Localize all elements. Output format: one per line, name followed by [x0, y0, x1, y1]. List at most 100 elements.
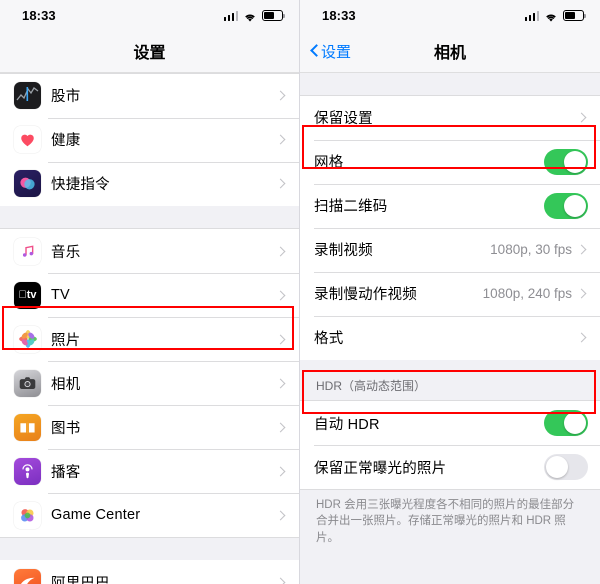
chevron-right-icon: [576, 112, 587, 123]
settings-list[interactable]: 股市 健康 快捷指令 音乐 tv TV 照片 相机 图书 播客 Game Cen…: [0, 73, 299, 584]
chevron-right-icon: [275, 466, 286, 477]
toggle-keep-normal-photo[interactable]: [544, 454, 588, 481]
nav-bar: 设置 相机: [300, 30, 600, 73]
row-label: 录制慢动作视频: [314, 287, 417, 304]
list-item-label: TV: [51, 287, 70, 304]
list-item[interactable]: 阿里巴巴: [0, 560, 299, 584]
row-value: 1080p, 240 fps: [482, 286, 572, 302]
shortcuts-app-icon: [14, 170, 41, 198]
list-item-label: 健康: [51, 133, 81, 150]
chevron-right-icon: [275, 90, 286, 101]
list-item[interactable]: 图书: [0, 405, 299, 450]
cellular-signal-icon: [524, 11, 539, 21]
chevron-right-icon: [275, 246, 286, 257]
status-indicators: [223, 10, 286, 22]
health-app-icon: [14, 126, 41, 154]
row-keep-normal-photo[interactable]: 保留正常曝光的照片: [300, 445, 600, 490]
chevron-right-icon: [275, 422, 286, 433]
chevron-right-icon: [275, 290, 286, 301]
section-header-hdr: HDR（高动态范围）: [300, 360, 600, 401]
row-label: 录制视频: [314, 243, 373, 260]
list-item[interactable]: Game Center: [0, 493, 299, 538]
chevron-right-icon: [275, 378, 286, 389]
row-record-video[interactable]: 录制视频 1080p, 30 fps: [300, 227, 600, 272]
settings-screen: 18:33 设置 股市 健康 快捷指令 音乐 tv TV 照片 相机 图书 播客…: [0, 0, 300, 584]
camera-settings-list[interactable]: 保留设置 网格 扫描二维码 录制视频 1080p, 30 fps 录制慢动作视频…: [300, 73, 600, 584]
page-title: 设置: [133, 45, 166, 62]
list-item-label: 音乐: [51, 244, 81, 261]
cellular-signal-icon: [223, 11, 238, 21]
tv-app-icon: tv: [14, 281, 41, 309]
gamecenter-app-icon: [14, 501, 41, 529]
list-item-label: Game Center: [51, 507, 141, 524]
toggle-scan-qr[interactable]: [544, 192, 588, 219]
status-time: 18:33: [22, 7, 56, 23]
chevron-right-icon: [275, 510, 286, 521]
podcasts-app-icon: [14, 457, 41, 485]
list-item[interactable]: 股市: [0, 73, 299, 118]
row-label: 格式: [314, 331, 344, 348]
chevron-left-icon: [311, 44, 319, 58]
row-auto-hdr[interactable]: 自动 HDR: [300, 401, 600, 446]
nav-bar: 设置: [0, 30, 299, 73]
list-item-label: 相机: [51, 376, 81, 393]
section-gap: [300, 73, 600, 95]
list-item-label: 图书: [51, 420, 81, 437]
list-item[interactable]: 健康: [0, 117, 299, 162]
list-item[interactable]: tv TV: [0, 273, 299, 318]
list-item-label: 阿里巴巴: [51, 575, 110, 584]
alibaba-app-icon: [14, 568, 41, 584]
list-item-label: 快捷指令: [51, 177, 110, 194]
back-button[interactable]: 设置: [300, 41, 351, 62]
row-label: 保留设置: [314, 111, 373, 128]
sidebar-item-camera[interactable]: 相机: [0, 361, 299, 406]
battery-icon: [563, 10, 587, 21]
row-label: 网格: [314, 155, 344, 172]
list-item-label: 照片: [51, 332, 81, 349]
settings-group-1: 股市 健康 快捷指令: [0, 73, 299, 207]
status-bar: 18:33: [0, 0, 299, 30]
settings-group-3: 阿里巴巴 安全教育平台 贴 百度贴吧: [0, 559, 299, 584]
music-app-icon: [14, 237, 41, 265]
status-indicators: [524, 10, 587, 22]
section-gap: [0, 537, 299, 560]
list-item[interactable]: 播客: [0, 449, 299, 494]
back-button-label: 设置: [321, 43, 352, 61]
toggle-grid[interactable]: [544, 148, 588, 175]
row-label: 自动 HDR: [314, 416, 380, 433]
row-keep-settings[interactable]: 保留设置: [300, 95, 600, 140]
list-item[interactable]: 音乐: [0, 229, 299, 274]
row-label: 扫描二维码: [314, 199, 388, 216]
battery-icon: [262, 10, 286, 21]
chevron-right-icon: [275, 334, 286, 345]
list-item[interactable]: 照片: [0, 317, 299, 362]
chevron-right-icon: [275, 577, 286, 584]
camera-app-icon: [14, 369, 41, 397]
wifi-icon: [243, 10, 257, 22]
row-label: 保留正常曝光的照片: [314, 460, 447, 477]
camera-group-1: 保留设置 网格 扫描二维码 录制视频 1080p, 30 fps 录制慢动作视频…: [300, 95, 600, 361]
row-value: 1080p, 30 fps: [490, 242, 572, 258]
row-formats[interactable]: 格式: [300, 315, 600, 360]
section-footer-hdr: HDR 会用三张曝光程度各不相同的照片的最佳部分合并出一张照片。存储正常曝光的照…: [300, 489, 600, 547]
section-gap: [0, 206, 299, 229]
status-time: 18:33: [322, 7, 356, 23]
books-app-icon: [14, 413, 41, 441]
list-item-label: 股市: [51, 89, 81, 106]
list-item-label: 播客: [51, 464, 81, 481]
wifi-icon: [544, 10, 558, 22]
camera-settings-screen: 18:33 设置 相机 保留设置 网格 扫描二维码 录制视频 1080p, 30…: [300, 0, 600, 584]
chevron-right-icon: [275, 134, 286, 145]
chevron-right-icon: [576, 332, 587, 343]
settings-group-2: 音乐 tv TV: [0, 228, 299, 538]
photos-app-icon: [14, 325, 41, 353]
camera-group-hdr: 自动 HDR 保留正常曝光的照片: [300, 400, 600, 490]
row-grid[interactable]: 网格: [300, 139, 600, 184]
chevron-right-icon: [576, 288, 587, 299]
list-item[interactable]: 快捷指令: [0, 161, 299, 206]
chevron-right-icon: [576, 244, 587, 255]
row-scan-qr[interactable]: 扫描二维码: [300, 183, 600, 228]
toggle-auto-hdr[interactable]: [544, 410, 588, 437]
dual-screenshot-container: 18:33 设置 股市 健康 快捷指令 音乐 tv TV 照片 相机 图书 播客…: [0, 0, 600, 584]
row-record-slomo[interactable]: 录制慢动作视频 1080p, 240 fps: [300, 271, 600, 316]
